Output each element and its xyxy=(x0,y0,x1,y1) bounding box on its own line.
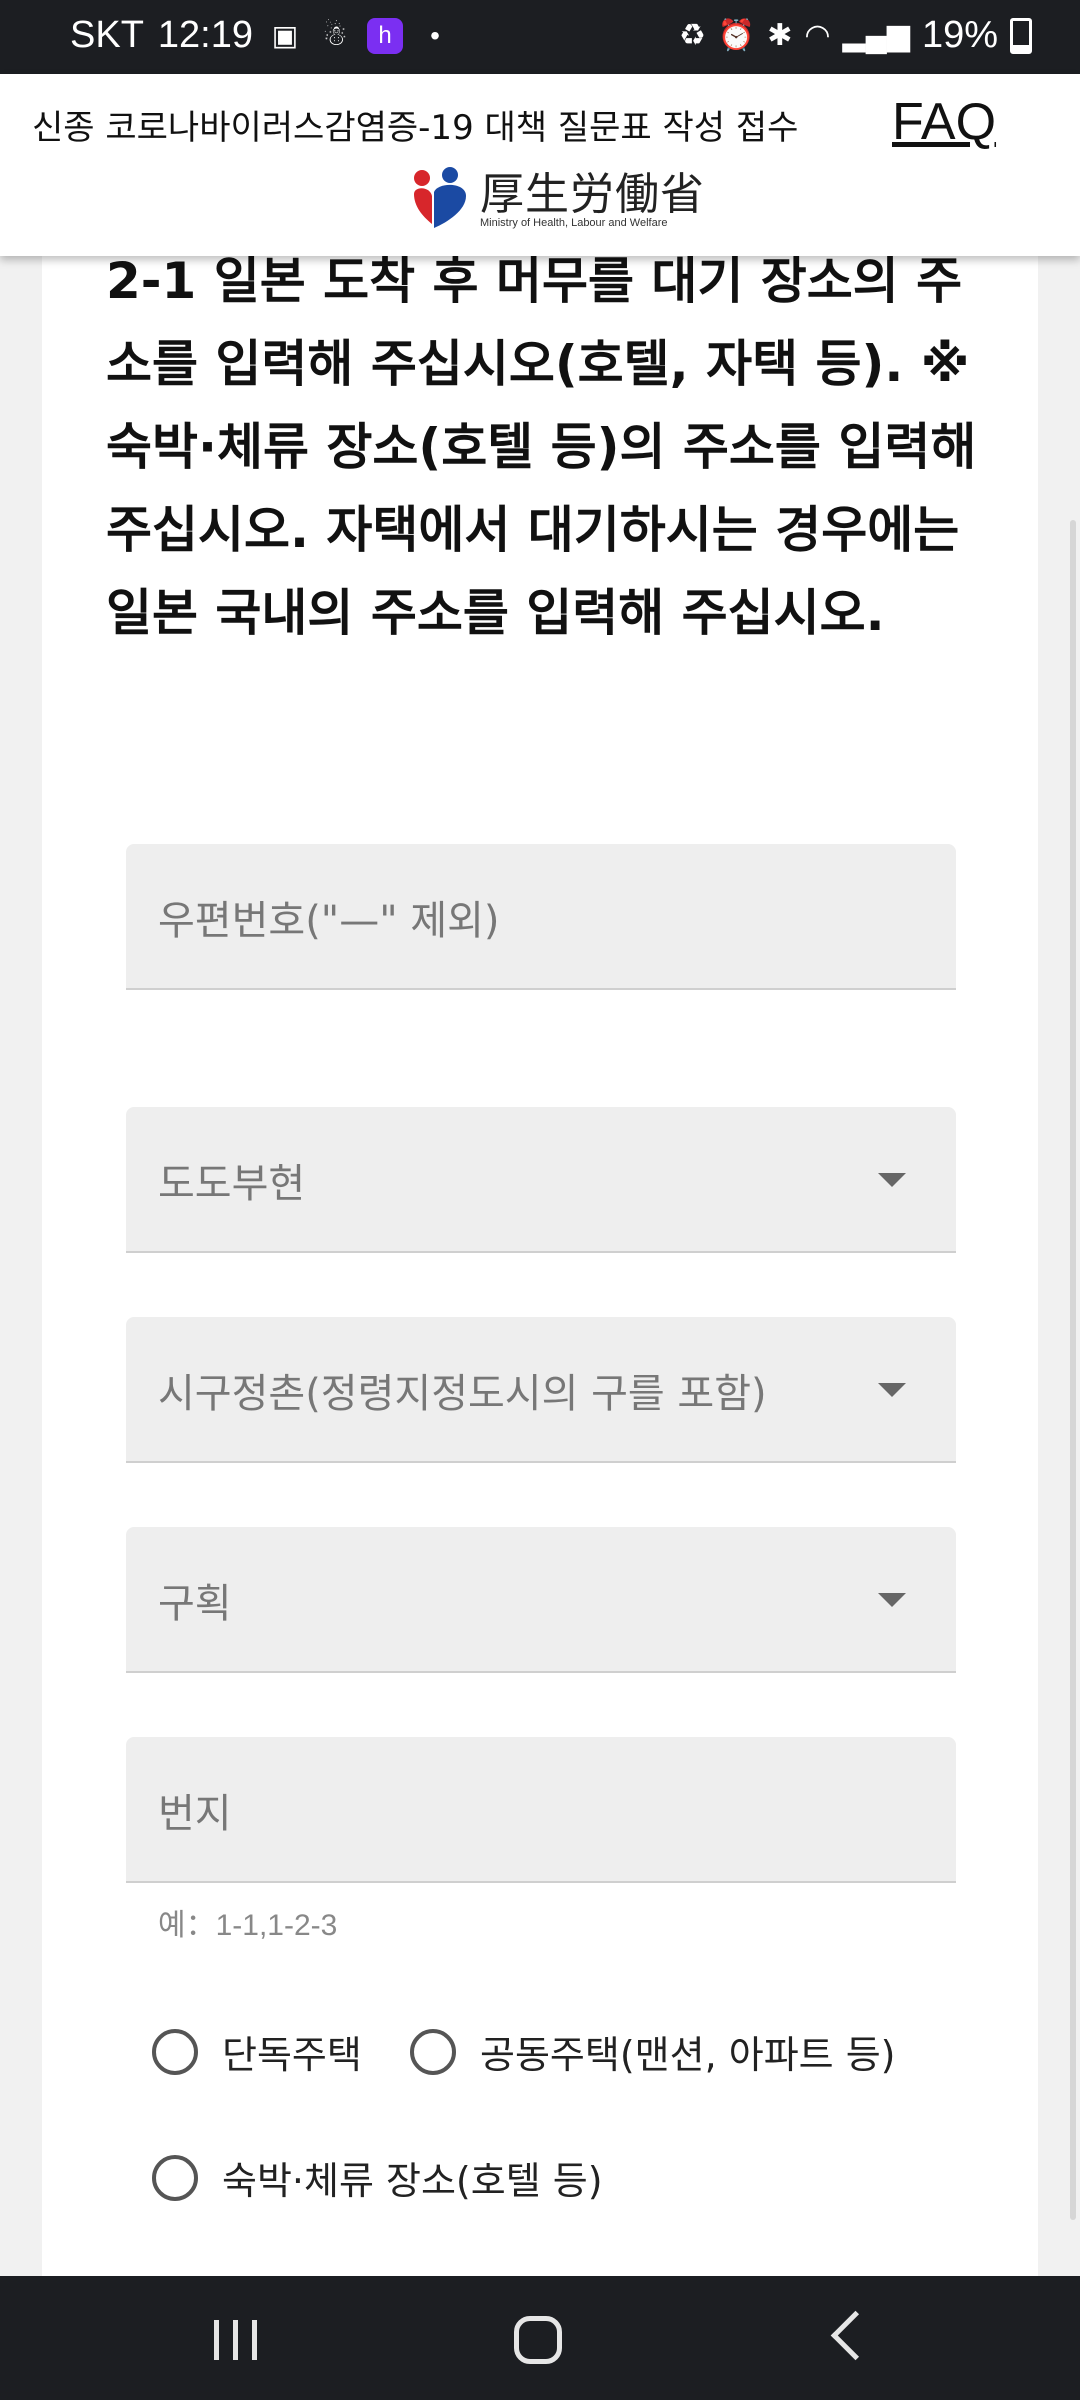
district-select[interactable]: 구획 xyxy=(126,1527,956,1673)
address-number-input[interactable]: 번지 xyxy=(126,1737,956,1883)
recycle-icon: ♻ xyxy=(678,19,706,52)
dropdown-arrow-icon xyxy=(878,1593,906,1607)
prefecture-select[interactable]: 도도부현 xyxy=(126,1107,956,1253)
back-icon[interactable] xyxy=(830,2310,881,2361)
ministry-emblem-icon xyxy=(414,167,466,228)
radio-label: 공동주택(맨션, 아파트 등) xyxy=(480,2033,896,2077)
faq-link[interactable]: FAQ xyxy=(892,92,996,152)
city-placeholder: 시구정촌(정령지정도시의 구를 포함) xyxy=(158,1371,767,1417)
radio-hotel[interactable]: 숙박·체류 장소(호텔 등) xyxy=(152,2150,603,2205)
address-hint: 예：1-1,1-2-3 xyxy=(158,1909,338,1942)
radio-label: 단독주택 xyxy=(222,2033,362,2077)
radio-detached-house[interactable]: 단독주택 xyxy=(152,2024,362,2079)
battery-icon xyxy=(1010,17,1032,54)
carrier-label: SKT xyxy=(70,14,144,56)
postal-code-placeholder: 우편번호("—" 제외) xyxy=(158,898,500,944)
address-number-placeholder: 번지 xyxy=(158,1791,232,1837)
dropdown-arrow-icon xyxy=(878,1173,906,1187)
battery-percent: 19% xyxy=(921,14,998,56)
radio-circle-icon xyxy=(152,2028,198,2075)
logo-english-text: Ministry of Health, Labour and Welfare xyxy=(480,217,668,229)
district-placeholder: 구획 xyxy=(158,1581,232,1627)
scrollbar[interactable] xyxy=(1070,520,1076,2220)
radio-label: 숙박·체류 장소(호텔 등) xyxy=(222,2159,603,2203)
city-select[interactable]: 시구정촌(정령지정도시의 구를 포함) xyxy=(126,1317,956,1463)
radio-circle-icon xyxy=(152,2154,198,2201)
postal-code-input[interactable]: 우편번호("—" 제외) xyxy=(126,844,956,990)
radio-circle-icon xyxy=(410,2028,456,2075)
system-nav-bar xyxy=(0,2276,1080,2400)
home-icon[interactable] xyxy=(514,2316,562,2364)
wifi-icon: ◠ xyxy=(804,19,831,52)
signal-icon: ▂▄▆ xyxy=(842,19,910,52)
logo-japanese-text: 厚生労働省 xyxy=(480,169,705,220)
page-title: 신종 코로나바이러스감염증-19 대책 질문표 작성 접수 xyxy=(32,108,799,148)
clock: 12:19 xyxy=(157,14,253,56)
alarm-icon: ⏰ xyxy=(717,19,756,52)
question-text: 2-1 일본 도착 후 머무를 대기 장소의 주소를 입력해 주십시오(호텔, … xyxy=(106,252,977,642)
status-bar: SKT 12:19 ▣ ☃ h • ♻ ⏰ ✱ ◠ ▂▄▆ 19% xyxy=(0,0,1080,74)
image-icon: ▣ xyxy=(271,20,299,51)
bluetooth-icon: ✱ xyxy=(767,19,793,52)
app-header: 신종 코로나바이러스감염증-19 대책 질문표 작성 접수 FAQ 厚生労働省 … xyxy=(0,74,1080,256)
form-card: 2-1 일본 도착 후 머무를 대기 장소의 주소를 입력해 주십시오(호텔, … xyxy=(42,240,1038,2280)
ministry-logo: 厚生労働省 Ministry of Health, Labour and Wel… xyxy=(408,166,705,236)
dropdown-arrow-icon xyxy=(878,1383,906,1397)
app-badge-icon: h xyxy=(367,17,403,54)
dot-icon: • xyxy=(430,19,440,51)
status-right: ♻ ⏰ ✱ ◠ ▂▄▆ 19% xyxy=(679,14,1032,57)
status-left: SKT 12:19 ▣ ☃ h • xyxy=(70,14,453,57)
radio-apartment[interactable]: 공동주택(맨션, 아파트 등) xyxy=(410,2024,896,2079)
recent-apps-icon[interactable] xyxy=(214,2320,257,2360)
person-icon: ☃ xyxy=(322,20,348,51)
prefecture-placeholder: 도도부현 xyxy=(158,1161,306,1207)
